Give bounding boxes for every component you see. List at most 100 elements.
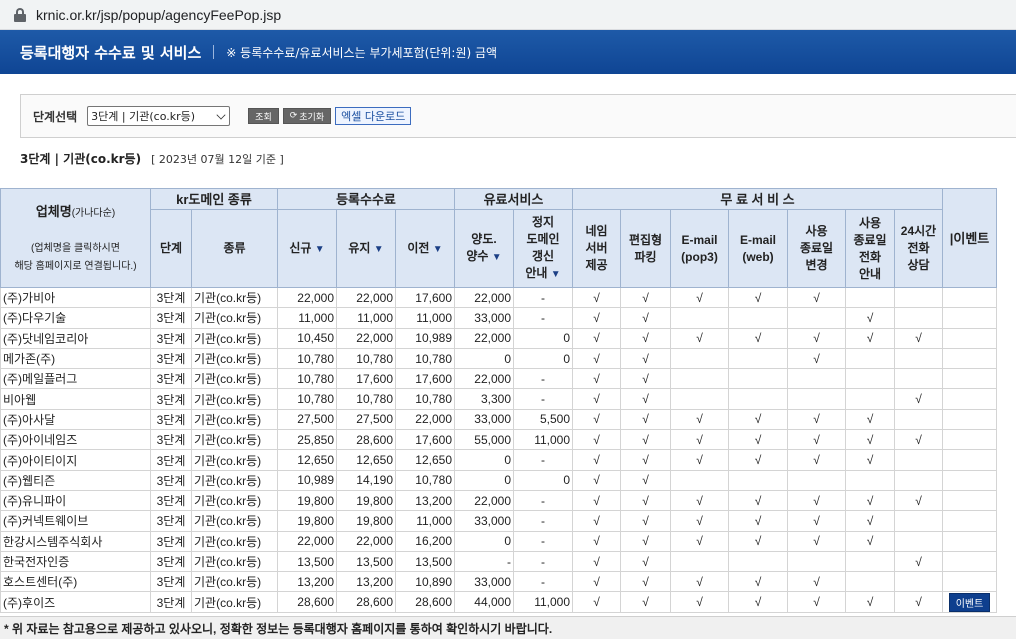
vat-note: ※ 등록수수료/유료서비스는 부가세포함(단위:원) 금액 — [226, 45, 498, 60]
parking-check: √ — [620, 550, 671, 573]
excel-download-button[interactable]: 엑셀 다운로드 — [335, 107, 412, 125]
email-web-check: √ — [728, 408, 788, 431]
expiry-call-check: √ — [845, 449, 895, 471]
url-text[interactable]: krnic.or.kr/jsp/popup/agencyFeePop.jsp — [36, 7, 281, 23]
domain-type-cell: 기관(co.kr등) — [191, 449, 278, 471]
stage-cell: 3단계 — [150, 347, 192, 370]
header-suspend-sortable[interactable]: 정지 도메인 갱신 안내 ▼ — [513, 209, 573, 288]
support-24h-check: √ — [894, 591, 943, 613]
header-assign-sortable[interactable]: 양도. 양수 ▼ — [454, 209, 514, 288]
suspend-fee-cell: - — [513, 286, 573, 309]
transfer-fee-cell: 10,780 — [395, 388, 455, 410]
transfer-fee-cell: 10,890 — [395, 571, 455, 593]
company-name-link[interactable]: (주)메일플러그 — [0, 368, 151, 390]
email-pop3-check: √ — [670, 510, 729, 532]
table-row: (주)후이즈 3단계 기관(co.kr등) 28,600 28,600 28,600 44,… — [0, 591, 997, 613]
company-name-link[interactable]: (주)아이네임즈 — [0, 429, 151, 451]
header-24h-line1: 24시간 — [900, 224, 937, 238]
assign-fee-cell: 55,000 — [454, 429, 514, 451]
table-row: 한국전자인증 3단계 기관(co.kr등) 13,500 13,500 13,500- - √… — [0, 550, 997, 573]
table-row: 한강시스템주식회사 3단계 기관(co.kr등) 22,000 22,000 16,200… — [0, 530, 997, 552]
company-name-link[interactable]: (주)커넥트웨이브 — [0, 510, 151, 532]
new-fee-cell: 25,850 — [277, 429, 337, 451]
stage-cell: 3단계 — [150, 388, 192, 410]
email-pop3-check: √ — [670, 449, 729, 471]
stage-cell: 3단계 — [150, 550, 192, 573]
header-ns-line1: 네임 — [585, 224, 608, 238]
email-pop3-check: √ — [670, 571, 729, 593]
header-event: |이벤트 — [942, 188, 997, 288]
nameserver-check: √ — [572, 489, 621, 512]
parking-check: √ — [620, 489, 671, 512]
header-24h-support: 24시간 전화 상담 — [894, 209, 943, 288]
expiry-call-check: √ — [845, 489, 895, 512]
company-name-link[interactable]: (주)후이즈 — [0, 591, 151, 613]
suspend-fee-cell: 0 — [513, 469, 573, 491]
table-row: (주)메일플러그 3단계 기관(co.kr등) 10,780 17,600 17,600 2… — [0, 368, 997, 390]
transfer-fee-cell: 13,200 — [395, 489, 455, 512]
renew-fee-cell: 14,190 — [336, 469, 396, 491]
nameserver-check: √ — [572, 571, 621, 593]
search-button[interactable]: 조회 — [248, 108, 279, 124]
email-pop3-check — [670, 368, 729, 390]
address-bar[interactable]: krnic.or.kr/jsp/popup/agencyFeePop.jsp — [0, 0, 1016, 30]
sort-down-icon[interactable]: ▼ — [492, 252, 502, 263]
email-web-check — [728, 368, 788, 390]
header-renew-sortable[interactable]: 유지 ▼ — [336, 209, 396, 288]
support-24h-check: √ — [894, 429, 943, 451]
stage-select[interactable]: 3단계 | 기관(co.kr등) — [87, 106, 231, 126]
domain-type-cell: 기관(co.kr등) — [191, 347, 278, 370]
lock-icon[interactable] — [14, 7, 26, 22]
event-cell — [942, 307, 997, 329]
company-name-link[interactable]: 비아웹 — [0, 388, 151, 410]
sort-down-icon[interactable]: ▼ — [315, 244, 325, 255]
new-fee-cell: 13,500 — [277, 550, 337, 573]
transfer-fee-cell: 17,600 — [395, 429, 455, 451]
company-name-link[interactable]: (주)아사달 — [0, 408, 151, 431]
company-name-link[interactable]: (주)웹티즌 — [0, 469, 151, 491]
company-name-link[interactable]: (주)닷네임코리아 — [0, 327, 151, 349]
header-divider — [213, 45, 215, 59]
event-cell — [942, 510, 997, 532]
header-suspend-line1: 정지 — [531, 215, 555, 229]
header-company-note2: 해당 홈페이지로 연결됩니다.) — [14, 260, 137, 272]
header-call-line2: 종료일 — [853, 232, 887, 247]
support-24h-check: √ — [894, 327, 943, 349]
company-name-link[interactable]: (주)가비아 — [0, 286, 151, 309]
support-24h-check — [894, 530, 943, 552]
header-call-line1: 사용 — [858, 215, 882, 230]
email-pop3-check: √ — [670, 530, 729, 552]
nameserver-check: √ — [572, 347, 621, 370]
parking-check: √ — [620, 307, 671, 329]
nameserver-check: √ — [572, 449, 621, 471]
event-button[interactable]: 이벤트 — [948, 592, 991, 612]
company-name-link[interactable]: 호스트센터(주) — [0, 571, 151, 593]
expiry-call-check: √ — [845, 510, 895, 532]
table-row: 호스트센터(주) 3단계 기관(co.kr등) 13,200 13,200 10,890 3… — [0, 571, 997, 593]
company-name-link[interactable]: (주)유니파이 — [0, 489, 151, 512]
email-pop3-check — [670, 469, 729, 491]
expiry-change-check: √ — [787, 327, 846, 349]
header-web-line1: E-mail — [739, 232, 776, 247]
company-name-link[interactable]: 한강시스템주식회사 — [0, 530, 151, 552]
header-transfer-sortable[interactable]: 이전 ▼ — [395, 209, 455, 288]
sort-down-icon[interactable]: ▼ — [551, 269, 561, 280]
reference-date: [ 2023년 07월 12일 기준 ] — [151, 152, 284, 166]
event-cell: 이벤트 — [942, 591, 997, 613]
reset-button[interactable]: ⟳ 초기화 — [282, 108, 332, 124]
domain-type-cell: 기관(co.kr등) — [191, 307, 278, 329]
parking-check: √ — [620, 286, 671, 309]
company-name-link[interactable]: 메가존(주) — [0, 347, 151, 370]
header-nameserver: 네임 서버 제공 — [572, 209, 621, 288]
company-name-link[interactable]: (주)다우기술 — [0, 307, 151, 329]
expiry-change-check: √ — [787, 449, 846, 471]
transfer-fee-cell: 17,600 — [395, 368, 455, 390]
header-new-sortable[interactable]: 신규 ▼ — [277, 209, 337, 288]
nameserver-check: √ — [572, 510, 621, 532]
sort-down-icon[interactable]: ▼ — [374, 244, 384, 255]
sort-down-icon[interactable]: ▼ — [433, 244, 443, 255]
suspend-fee-cell: 11,000 — [513, 591, 573, 613]
company-name-link[interactable]: (주)아이티이지 — [0, 449, 151, 471]
expiry-call-check: √ — [845, 307, 895, 329]
company-name-link[interactable]: 한국전자인증 — [0, 550, 151, 573]
